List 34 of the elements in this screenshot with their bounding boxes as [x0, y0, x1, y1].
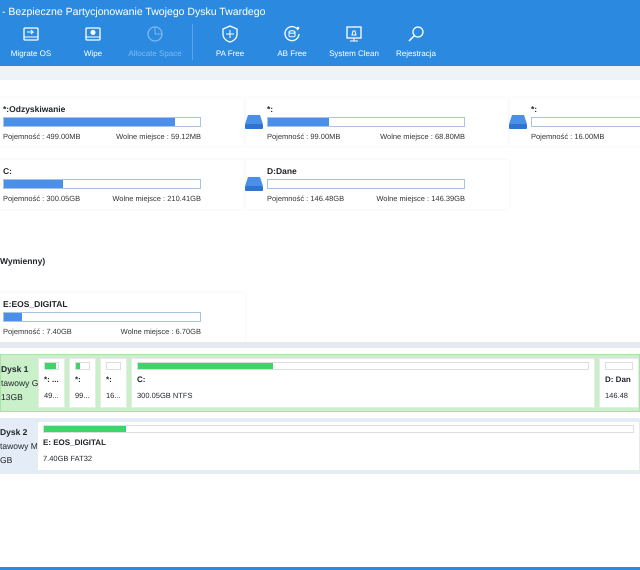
volume-name: E:EOS_DIGITAL	[3, 299, 69, 310]
toolbar-button[interactable]: Wipe	[62, 22, 124, 60]
volume-name: *:	[531, 104, 538, 115]
partition-name: *:	[75, 374, 82, 386]
monitor-icon	[344, 24, 364, 44]
partition-name: *:	[106, 374, 113, 386]
toolbar-button[interactable]: System Clean	[323, 22, 385, 60]
disk-size: 13GB	[1, 390, 24, 404]
shield-icon	[220, 24, 240, 44]
pie-icon	[145, 24, 165, 44]
partition-name: C:	[137, 374, 146, 386]
volume-name: C:	[3, 166, 13, 178]
disk-type: tawowy G	[1, 376, 38, 390]
disk-name: Dysk 1	[1, 362, 30, 376]
partition-name: D: Dan	[605, 374, 632, 386]
disk-type: tawowy M	[0, 440, 37, 452]
partition-name: E: EOS_DIGITAL	[43, 436, 107, 448]
toolbar-button[interactable]: AB Free	[261, 22, 323, 60]
partition-name: *: ...	[44, 374, 59, 386]
window-title: - Bezpieczne Partycjonowanie Twojego Dysku Twardego	[2, 6, 266, 18]
section-heading: Wymienny)	[0, 254, 46, 268]
drive-icon	[509, 114, 527, 129]
database-icon	[282, 24, 302, 44]
volume-name: D:Dane	[267, 166, 298, 178]
toolbar-button[interactable]: Rejestracja	[385, 22, 447, 60]
search-icon	[406, 24, 426, 44]
volume-name: *:	[267, 104, 274, 115]
drive-icon	[245, 114, 263, 129]
disk-size: GB	[0, 454, 14, 466]
drive-icon	[245, 177, 263, 192]
toolbar-button[interactable]: Migrate OS	[0, 22, 62, 60]
volume-name: *:Odzyskiwanie	[3, 104, 66, 115]
toolbar-button[interactable]: PA Free	[199, 22, 261, 60]
disk-name: Dysk 2	[0, 426, 28, 438]
